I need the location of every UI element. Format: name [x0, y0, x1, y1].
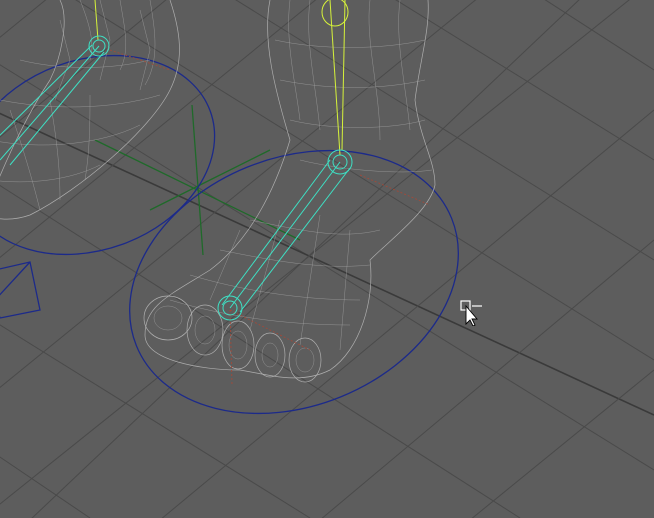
local-axes: [109, 49, 431, 386]
floor-grid: [0, 0, 654, 518]
right-foot-joints[interactable]: [217, 0, 353, 321]
left-foot-control-circle[interactable]: [0, 22, 243, 288]
locator-box[interactable]: [0, 261, 41, 319]
left-foot-wireframe[interactable]: [0, 0, 180, 220]
3d-viewport[interactable]: [0, 0, 654, 518]
arrow-with-tool-icon: [460, 300, 482, 326]
viewport-scene[interactable]: [0, 0, 654, 518]
world-axes: [94, 104, 301, 256]
